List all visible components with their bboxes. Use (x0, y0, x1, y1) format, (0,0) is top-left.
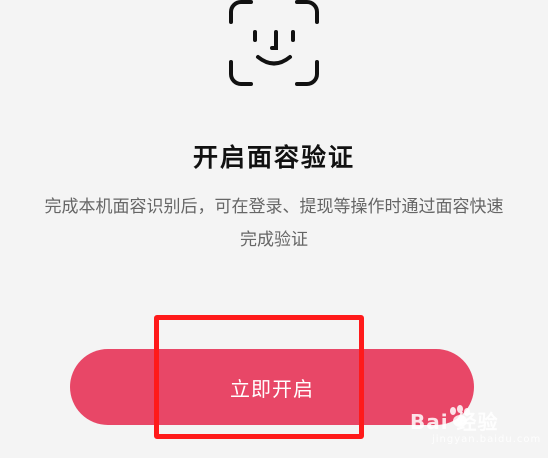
watermark: Bai 经验 jingyan.baidu.com (410, 405, 542, 452)
paw-icon (450, 405, 470, 427)
face-id-icon (229, 0, 319, 86)
watermark-url: jingyan.baidu.com (432, 434, 542, 445)
page-title: 开启面容验证 (192, 143, 355, 172)
description-text: 完成本机面容识别后，可在登录、提现等操作时通过面容快速完成验证 (44, 197, 504, 250)
annotation-highlight-box (154, 315, 364, 439)
